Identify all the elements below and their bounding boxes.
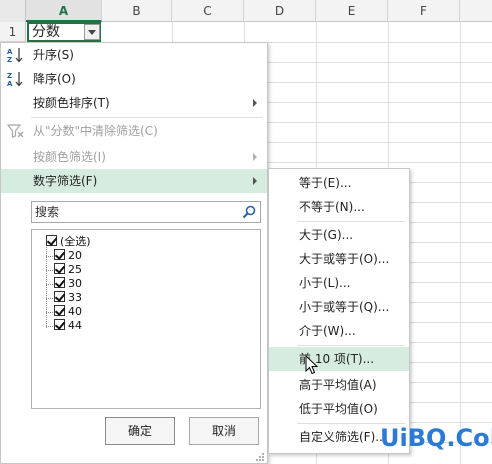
column-header-b[interactable]: B [102,0,172,22]
menu-item-sort-by-color[interactable]: 按颜色排序(T) [1,91,267,115]
list-item-label: 44 [68,319,82,332]
checkbox[interactable] [54,277,65,288]
menu-item-label: 降序(O) [33,72,76,86]
menu-item-label: 数字筛选(F) [33,174,98,188]
list-item-label: 33 [68,291,82,304]
list-item-label: 30 [68,277,82,290]
autofilter-menu: AZ 升序(S) ZA 降序(O) 按颜色排序(T) 从"分数"中清除筛选(C)… [0,42,268,464]
list-item[interactable]: 30 [46,277,82,291]
checkbox[interactable] [54,319,65,330]
checkbox[interactable] [54,291,65,302]
search-input[interactable]: 搜索 [31,201,261,223]
menu-separator [31,117,263,118]
submenu-item-equals[interactable]: 等于(E)... [269,171,409,195]
ok-button[interactable]: 确定 [105,417,175,445]
watermark-text: UiBQ.CoM [380,424,492,452]
submenu-item-top-10[interactable]: 前 10 项(T)... [269,347,409,371]
resize-grip-icon[interactable] [255,451,265,461]
list-item-label: 20 [68,249,82,262]
checkbox[interactable] [54,249,65,260]
menu-separator [297,345,405,346]
search-icon [242,205,256,219]
submenu-item-not-equals[interactable]: 不等于(N)... [269,195,409,219]
menu-separator [297,221,405,222]
submenu-item-less-or-equal[interactable]: 小于或等于(Q)... [269,295,409,319]
select-all-corner[interactable] [0,0,26,22]
tree-line [46,270,53,271]
submenu-item-above-average[interactable]: 高于平均值(A) [269,373,409,397]
svg-text:Z: Z [7,56,12,63]
tree-line [46,256,53,257]
column-header-row: A B C D E F [0,0,492,22]
clear-filter-icon [6,123,25,139]
column-header-d[interactable]: D [244,0,316,22]
list-item-label: (全选) [60,235,91,248]
sort-ascending-icon: AZ [7,47,25,64]
filter-dropdown-button[interactable] [84,24,100,40]
menu-item-label: 从"分数"中清除筛选(C) [33,124,158,138]
submenu-item-below-average[interactable]: 低于平均值(O) [269,397,409,421]
tree-line [46,312,53,313]
tree-line [46,298,53,299]
chevron-right-icon [253,99,257,107]
menu-item-label: 升序(S) [33,48,74,62]
menu-item-sort-ascending[interactable]: AZ 升序(S) [1,43,267,67]
menu-item-number-filter[interactable]: 数字筛选(F) [1,169,267,193]
search-placeholder: 搜索 [35,205,60,219]
list-item-label: 25 [68,263,82,276]
svg-text:A: A [7,48,13,56]
column-header-e[interactable]: E [316,0,388,22]
column-header-a[interactable]: A [26,0,102,22]
svg-text:A: A [7,80,13,87]
menu-item-filter-by-color: 按颜色筛选(I) [1,145,267,169]
menu-item-sort-descending[interactable]: ZA 降序(O) [1,67,267,91]
list-item[interactable]: 44 [46,319,82,333]
checkbox[interactable] [46,235,57,246]
svg-text:Z: Z [7,72,12,80]
list-item[interactable]: 33 [46,291,82,305]
list-item[interactable]: 20 [46,249,82,263]
submenu-item-less-than[interactable]: 小于(L)... [269,271,409,295]
tree-line [46,242,47,328]
column-header-f[interactable]: F [388,0,460,22]
menu-item-label: 按颜色排序(T) [33,96,110,110]
submenu-item-greater-than[interactable]: 大于(G)... [269,223,409,247]
submenu-item-between[interactable]: 介于(W)... [269,319,409,343]
list-item-select-all[interactable]: (全选) [46,235,91,249]
chevron-right-icon [253,177,257,185]
number-filter-submenu: 等于(E)... 不等于(N)... 大于(G)... 大于或等于(O)... … [268,168,410,454]
menu-item-label: 按颜色筛选(I) [33,150,106,164]
submenu-item-greater-or-equal[interactable]: 大于或等于(O)... [269,247,409,271]
tree-line [46,326,53,327]
mouse-pointer-icon [305,354,319,375]
gridline [460,22,461,464]
tree-line [46,284,53,285]
row-header-1[interactable]: 1 [0,22,26,42]
chevron-right-icon [253,153,257,161]
menu-item-clear-filter: 从"分数"中清除筛选(C) [1,119,267,143]
checkbox[interactable] [54,305,65,316]
list-item[interactable]: 25 [46,263,82,277]
list-item[interactable]: 40 [46,305,82,319]
watermark-logo: UiBQ.CoM [380,424,492,452]
checkbox[interactable] [54,263,65,274]
list-item-label: 40 [68,305,82,318]
cancel-button[interactable]: 取消 [189,417,259,445]
sort-descending-icon: ZA [7,71,25,88]
column-header-c[interactable]: C [172,0,244,22]
value-list: (全选) 20 25 30 33 40 44 [31,229,261,409]
